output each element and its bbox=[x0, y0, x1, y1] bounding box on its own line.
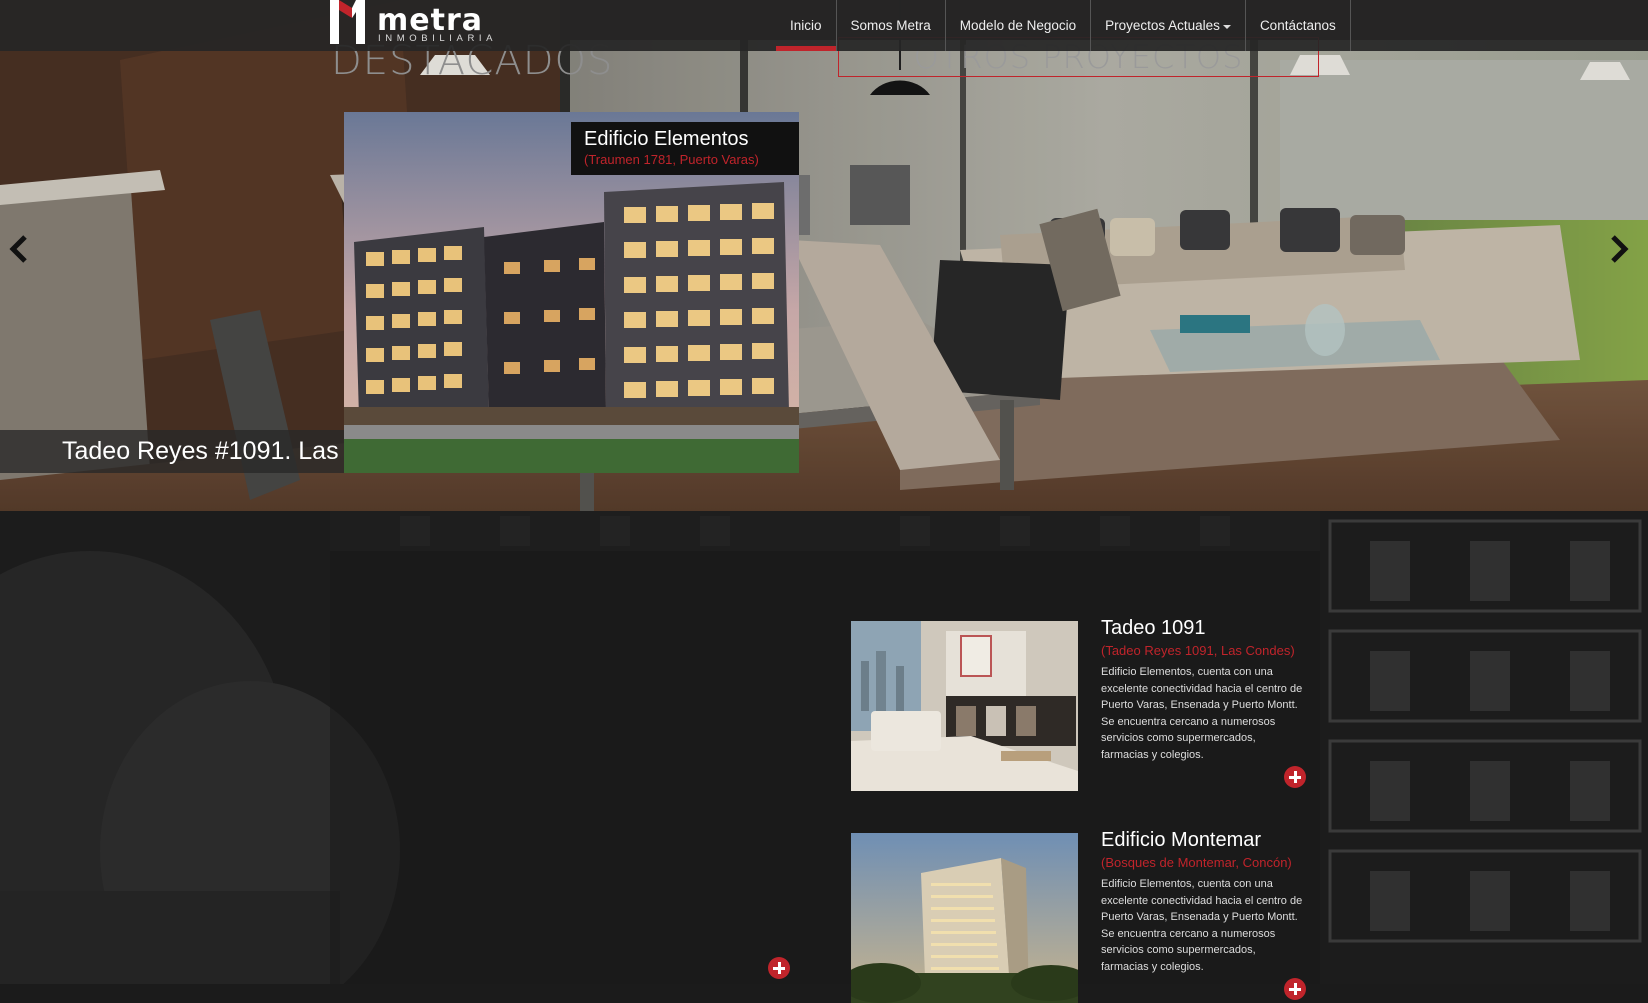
chevron-left-icon bbox=[9, 235, 27, 263]
navbar: metra INMOBILIARIA Inicio Somos Metra Mo… bbox=[0, 0, 1648, 51]
project-image-tadeo[interactable] bbox=[851, 621, 1078, 791]
nav-label: Proyectos Actuales bbox=[1105, 18, 1220, 33]
featured-more-plus-icon[interactable] bbox=[768, 957, 790, 979]
chevron-right-icon bbox=[1611, 235, 1629, 263]
nav-label: Somos Metra bbox=[850, 18, 931, 33]
featured-project-label: Edificio Elementos (Traumen 1781, Puerto… bbox=[571, 122, 799, 175]
project-name: Edificio Montemar bbox=[1101, 829, 1262, 851]
nav-item-contactanos[interactable]: Contáctanos bbox=[1246, 0, 1351, 51]
project-name: Tadeo 1091 bbox=[1101, 617, 1206, 639]
featured-project-location: (Traumen 1781, Puerto Varas) bbox=[584, 152, 759, 167]
tower-building-image bbox=[851, 833, 1078, 1003]
logo-wordmark: metra bbox=[377, 3, 483, 38]
nav-label: Contáctanos bbox=[1259, 18, 1336, 33]
nav-label: Modelo de Negocio bbox=[959, 18, 1077, 33]
nav-item-modelo-de-negocio[interactable]: Modelo de Negocio bbox=[946, 0, 1092, 51]
caret-down-icon bbox=[1222, 24, 1231, 29]
project-image-montemar[interactable] bbox=[851, 833, 1078, 1003]
apartment-interior-image bbox=[851, 621, 1078, 791]
nav-item-somos-metra[interactable]: Somos Metra bbox=[837, 0, 946, 51]
nav-item-proyectos-actuales[interactable]: Proyectos Actuales bbox=[1091, 0, 1246, 51]
logo-tagline: INMOBILIARIA bbox=[378, 33, 498, 44]
slider-next-button[interactable] bbox=[1606, 232, 1632, 266]
project-description: Edificio Elementos, cuenta con una excel… bbox=[1101, 878, 1303, 973]
slider-prev-button[interactable] bbox=[6, 232, 32, 266]
project-description: Edificio Elementos, cuenta con una excel… bbox=[1101, 666, 1303, 761]
hero-slider: Tadeo Reyes #1091. Las Condes bbox=[0, 0, 1648, 511]
project-location: (Bosques de Montemar, Concón) bbox=[1101, 855, 1292, 870]
project-more-plus-icon[interactable] bbox=[1284, 978, 1306, 1000]
nav-item-inicio[interactable]: Inicio bbox=[776, 0, 837, 51]
main-nav: Inicio Somos Metra Modelo de Negocio Pro… bbox=[776, 0, 1351, 51]
logo-mark-icon bbox=[330, 0, 365, 44]
content-section bbox=[0, 511, 1648, 984]
featured-project-name: Edificio Elementos bbox=[584, 128, 749, 150]
project-more-plus-icon[interactable] bbox=[1284, 766, 1306, 788]
project-location: (Tadeo Reyes 1091, Las Condes) bbox=[1101, 643, 1295, 658]
nav-label: Inicio bbox=[790, 18, 822, 33]
